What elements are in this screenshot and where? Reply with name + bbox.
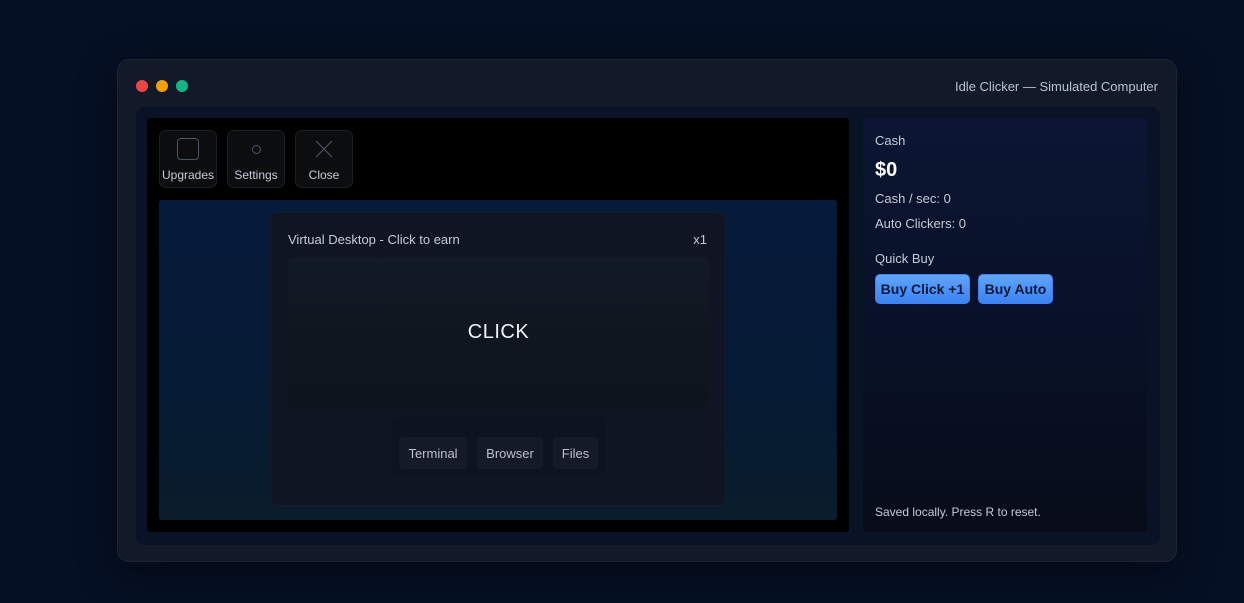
settings-icon bbox=[252, 145, 261, 154]
auto-clickers-count: Auto Clickers: 0 bbox=[875, 216, 967, 231]
content-area: Upgrades Settings Close Virtual Desktop … bbox=[136, 107, 1160, 545]
settings-label: Settings bbox=[234, 168, 278, 182]
app-dock: Terminal Browser Files bbox=[392, 417, 606, 475]
dock-item-files[interactable]: Files bbox=[553, 437, 598, 469]
upgrades-button[interactable]: Upgrades bbox=[159, 130, 217, 188]
dock-item-browser[interactable]: Browser bbox=[477, 437, 543, 469]
maximize-window-button[interactable] bbox=[176, 80, 188, 92]
app-window: Idle Clicker — Simulated Computer Upgrad… bbox=[117, 59, 1177, 562]
cash-label: Cash bbox=[875, 133, 906, 148]
buy-auto-button[interactable]: Buy Auto bbox=[978, 274, 1053, 304]
virtual-window-title: Virtual Desktop - Click to earn bbox=[288, 232, 460, 247]
quick-buy-label: Quick Buy bbox=[875, 251, 935, 266]
close-window-button[interactable] bbox=[136, 80, 148, 92]
click-multiplier: x1 bbox=[693, 232, 707, 247]
close-icon bbox=[315, 140, 333, 158]
window-title: Idle Clicker — Simulated Computer bbox=[954, 79, 1158, 94]
stats-panel: Cash $0 Cash / sec: 0 Auto Clickers: 0 Q… bbox=[863, 118, 1147, 532]
upgrades-label: Upgrades bbox=[161, 168, 215, 182]
title-bar: Idle Clicker — Simulated Computer bbox=[118, 60, 1176, 108]
saved-note: Saved locally. Press R to reset. bbox=[875, 505, 1041, 519]
close-label: Close bbox=[308, 168, 340, 182]
virtual-desktop: Virtual Desktop - Click to earn x1 CLICK… bbox=[159, 200, 837, 520]
simulated-screen: Upgrades Settings Close Virtual Desktop … bbox=[147, 118, 849, 532]
upgrades-icon bbox=[177, 138, 199, 160]
settings-button[interactable]: Settings bbox=[227, 130, 285, 188]
minimize-window-button[interactable] bbox=[156, 80, 168, 92]
cash-per-sec: Cash / sec: 0 bbox=[875, 191, 951, 206]
dock-item-terminal[interactable]: Terminal bbox=[399, 437, 467, 469]
cash-value: $0 bbox=[875, 159, 898, 181]
virtual-window: Virtual Desktop - Click to earn x1 CLICK… bbox=[270, 212, 726, 506]
click-button[interactable]: CLICK bbox=[288, 257, 709, 407]
buy-click-button[interactable]: Buy Click +1 bbox=[875, 274, 970, 304]
close-button[interactable]: Close bbox=[295, 130, 353, 188]
